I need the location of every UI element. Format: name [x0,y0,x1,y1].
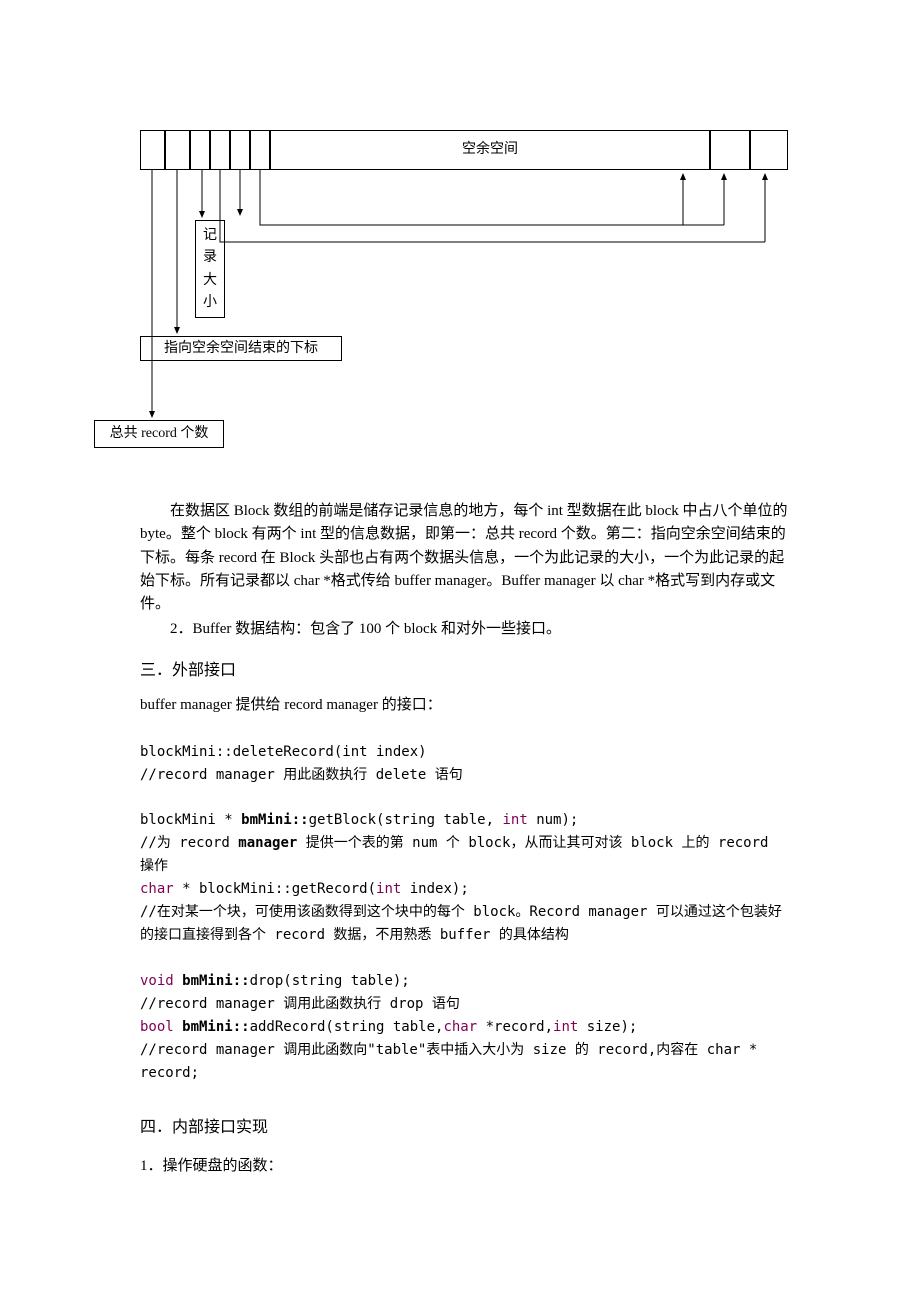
block-diagram: 空余空间 记 录 大 小 指向空余空间结束的下标 总共 record 个数 [140,130,788,460]
record-cell-2 [750,130,788,170]
header-cell-1 [140,130,165,170]
diagram-arrows [140,130,788,460]
header-cell-5 [230,130,250,170]
paragraph-2: 2．Buffer 数据结构：包含了 100 个 block 和对外一些接口。 [140,618,788,641]
code-line-5: char * blockMini::getRecord(int index); [140,878,788,901]
code-line-6: //在对某一个块，可使用该函数得到这个块中的每个 block。Record ma… [140,901,788,947]
record-cell-1 [710,130,750,170]
record-size-char2: 录 [203,250,217,265]
code-line-10: //record manager 调用此函数向"table"表中插入大小为 si… [140,1039,788,1085]
paragraph-3: buffer manager 提供给 record manager 的接口： [140,694,788,717]
record-size-char1: 记 [203,228,217,243]
paragraph-1: 在数据区 Block 数组的前端是储存记录信息的地方，每个 int 型数据在此 … [140,500,788,616]
header-cell-3 [190,130,210,170]
record-count-label: 总共 record 个数 [94,420,224,448]
record-size-char3: 大 [203,273,217,288]
section-3-heading: 三．外部接口 [140,656,788,680]
code-line-3: blockMini * bmMini::getBlock(string tabl… [140,809,788,832]
code-line-1: blockMini::deleteRecord(int index) [140,741,788,764]
end-index-label: 指向空余空间结束的下标 [140,336,342,361]
free-space-cell: 空余空间 [270,130,710,170]
code-line-4: //为 record manager 提供一个表的第 num 个 block，从… [140,832,788,878]
code-line-9: bool bmMini::addRecord(string table,char… [140,1016,788,1039]
header-cell-6 [250,130,270,170]
section-4-heading: 四．内部接口实现 [140,1113,788,1137]
document-page: 空余空间 记 录 大 小 指向空余空间结束的下标 总共 record 个数 [0,0,920,1178]
code-line-2: //record manager 用此函数执行 delete 语句 [140,764,788,787]
paragraph-4: 1．操作硬盘的函数： [140,1155,788,1178]
code-line-8: //record manager 调用此函数执行 drop 语句 [140,993,788,1016]
code-line-7: void bmMini::drop(string table); [140,970,788,993]
record-size-char4: 小 [203,295,217,310]
header-cell-2 [165,130,190,170]
header-cell-4 [210,130,230,170]
